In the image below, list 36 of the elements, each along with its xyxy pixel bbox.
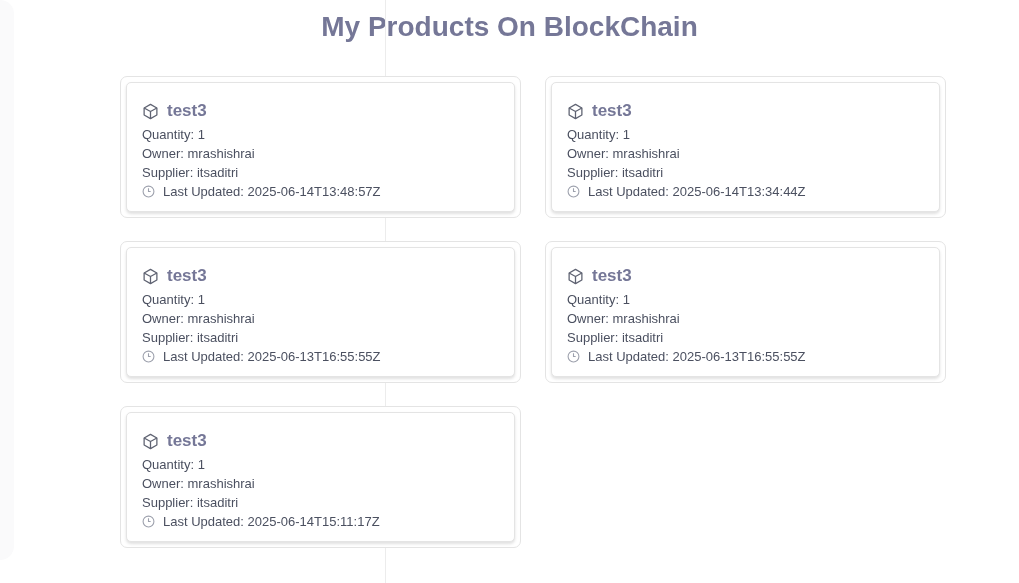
- supplier-text: Supplier: itsaditri: [567, 330, 664, 345]
- quantity-text: Quantity: 1: [567, 127, 630, 142]
- product-name: test3: [167, 101, 207, 121]
- product-name: test3: [167, 266, 207, 286]
- last-updated-text: Last Updated: 2025-06-14T13:48:57Z: [163, 183, 381, 201]
- quantity-text: Quantity: 1: [567, 292, 630, 307]
- cube-icon: [142, 267, 159, 285]
- supplier-text: Supplier: itsaditri: [142, 495, 239, 510]
- owner-text: Owner: mrashishrai: [142, 311, 255, 326]
- quantity-text: Quantity: 1: [142, 292, 205, 307]
- cube-icon: [142, 102, 159, 120]
- supplier-text: Supplier: itsaditri: [142, 165, 239, 180]
- last-updated-text: Last Updated: 2025-06-14T15:11:17Z: [163, 513, 380, 531]
- owner-text: Owner: mrashishrai: [142, 146, 255, 161]
- product-name: test3: [167, 431, 207, 451]
- cube-icon: [142, 432, 159, 450]
- last-updated-text: Last Updated: 2025-06-13T16:55:55Z: [588, 348, 806, 366]
- owner-text: Owner: mrashishrai: [142, 476, 255, 491]
- clock-icon: [567, 350, 580, 363]
- last-updated-text: Last Updated: 2025-06-13T16:55:55Z: [163, 348, 381, 366]
- quantity-text: Quantity: 1: [142, 127, 205, 142]
- supplier-text: Supplier: itsaditri: [567, 165, 664, 180]
- supplier-text: Supplier: itsaditri: [142, 330, 239, 345]
- owner-text: Owner: mrashishrai: [567, 146, 680, 161]
- cube-icon: [567, 102, 584, 120]
- quantity-text: Quantity: 1: [142, 457, 205, 472]
- page-title: My Products On BlockChain: [320, 10, 699, 44]
- clock-icon: [142, 185, 155, 198]
- cube-icon: [567, 267, 584, 285]
- clock-icon: [142, 515, 155, 528]
- clock-icon: [142, 350, 155, 363]
- last-updated-text: Last Updated: 2025-06-14T13:34:44Z: [588, 183, 806, 201]
- clock-icon: [567, 185, 580, 198]
- product-name: test3: [592, 101, 632, 121]
- owner-text: Owner: mrashishrai: [567, 311, 680, 326]
- product-name: test3: [592, 266, 632, 286]
